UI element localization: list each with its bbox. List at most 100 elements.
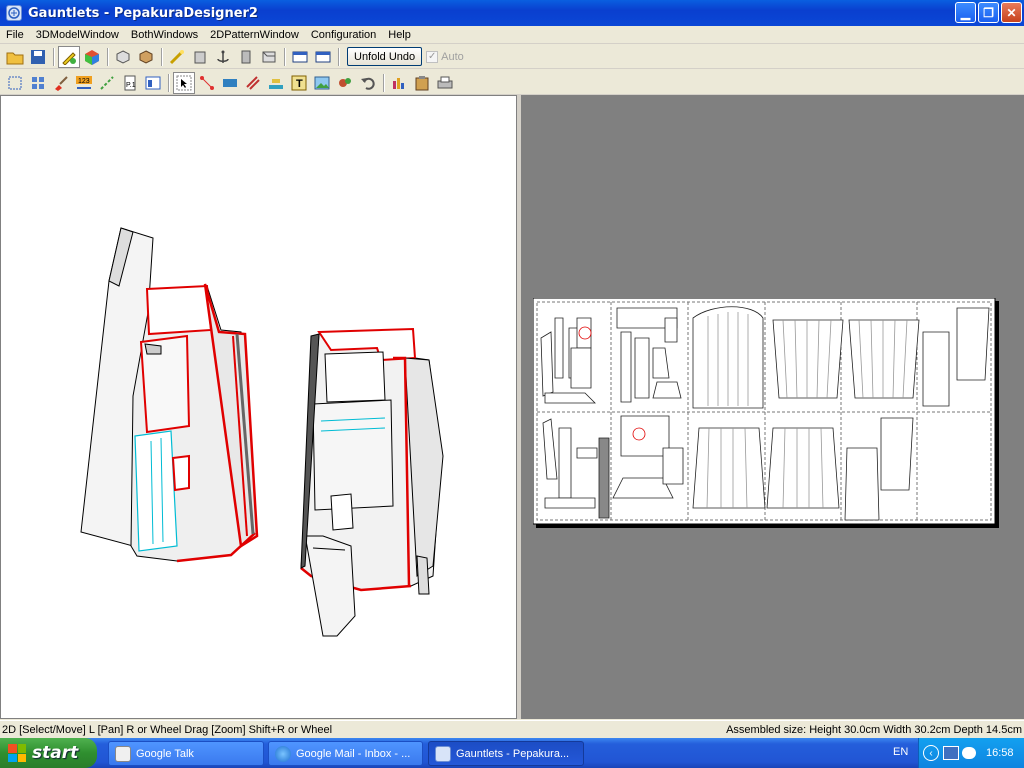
menu-file[interactable]: File [0,26,30,44]
speech-bubble-icon[interactable] [962,747,976,759]
brush-icon [55,75,68,91]
toolbar-separator [284,47,286,66]
wand-icon [169,49,184,64]
page-icon: P.1 [124,75,136,90]
svg-text:T: T [296,78,303,90]
toolbar-separator [168,73,170,92]
parts-button[interactable] [334,72,356,94]
task-label: Google Talk [136,747,194,760]
open-button[interactable] [4,46,26,68]
chart-bars-icon [393,77,404,89]
number-button[interactable]: 123 [73,72,95,94]
menu-2dpatternwindow[interactable]: 2DPatternWindow [204,26,305,44]
menu-help[interactable]: Help [382,26,417,44]
cube-shaded-icon [139,49,153,64]
node-button[interactable] [196,72,218,94]
column-button[interactable] [235,46,257,68]
color-cube-button[interactable] [81,46,103,68]
print-setup-button[interactable] [388,72,410,94]
close-icon: ✕ [1006,5,1017,20]
auto-label: Auto [441,50,464,63]
folder-open-icon [6,52,24,64]
diagonal-lines-button[interactable] [242,72,264,94]
film-button[interactable] [219,72,241,94]
print-button[interactable] [434,72,456,94]
box-button[interactable] [258,46,280,68]
close-button[interactable]: ✕ [1001,2,1022,23]
wand-button[interactable] [166,46,188,68]
task-label: Google Mail - Inbox - ... [296,747,411,760]
box-icon [262,51,276,62]
paint-button[interactable] [50,72,72,94]
gauntlet-model-right [300,327,444,637]
status-hint: 2D [Select/Move] L [Pan] R or Wheel Drag… [2,723,333,736]
language-indicator[interactable]: EN [893,746,908,758]
svg-text:P.1: P.1 [126,82,136,89]
diagonal-lines-icon [246,75,260,90]
dashed-line-icon [100,75,114,90]
tray-expand-icon[interactable]: ‹ [923,745,939,761]
undo-button[interactable] [357,72,379,94]
layout-icon [145,76,161,89]
start-button[interactable]: start [0,738,97,768]
cube-outline-icon [116,49,130,64]
cube-shade-button[interactable] [135,46,157,68]
dashed-line-button[interactable] [96,72,118,94]
taskbar-item-google-talk[interactable]: Google Talk [108,741,264,766]
save-button[interactable] [27,46,49,68]
pattern-sheet[interactable] [532,297,999,528]
restore-button[interactable]: ❐ [978,2,999,23]
cube-view-button[interactable] [112,46,134,68]
clock[interactable]: 16:58 [986,747,1014,759]
window-single-button[interactable] [289,46,311,68]
network-icon[interactable] [943,746,959,760]
clipboard-button[interactable] [411,72,433,94]
window-split-button[interactable] [312,46,334,68]
minimize-icon: ▁ [960,5,971,20]
select-arrow-icon [176,75,192,90]
film-strip-icon [223,78,237,87]
toolbar-separator [383,73,385,92]
taskbar: start Google Talk Google Mail - Inbox - … [0,738,1024,768]
system-tray: ‹ 16:58 [918,738,1024,768]
title-bar: Gauntlets - PepakuraDesigner2 ▁ ❐ ✕ [0,0,1024,26]
text-button[interactable]: T [288,72,310,94]
toolbar-separator [53,47,55,66]
text-icon: T [291,75,307,90]
printer-icon [437,76,453,88]
pepakura-app-icon[interactable] [6,5,22,21]
node-icon [200,75,214,90]
auto-checkbox[interactable]: ✓ Auto [426,50,464,63]
3d-model-view[interactable] [0,95,517,719]
toolbar-separator [338,47,340,66]
anchor-icon [217,50,229,63]
undo-arrow-icon [361,77,375,90]
cylinder-button[interactable] [189,46,211,68]
page-button[interactable]: P.1 [119,72,141,94]
anchor-button[interactable] [212,46,234,68]
select-button[interactable] [173,71,195,94]
menu-bar: File 3DModelWindow BothWindows 2DPattern… [0,26,1024,44]
image-button[interactable] [311,72,333,94]
layout-button[interactable] [142,72,164,94]
checkmark-icon: ✓ [426,50,439,63]
assembled-size: Assembled size: Height 30.0cm Width 30.2… [726,723,1022,736]
gauntlet-model-left [80,227,259,563]
fit-frame-icon [8,76,22,89]
fit-button[interactable] [4,72,26,94]
taskbar-item-pepakura[interactable]: Gauntlets - Pepakura... [428,741,584,766]
menu-configuration[interactable]: Configuration [305,26,382,44]
3d-model-canvas[interactable] [1,96,518,720]
unfold-undo-button[interactable]: Unfold Undo [347,47,423,66]
flatten-button[interactable] [265,72,287,94]
ie-browser-icon [275,745,291,762]
mode-3d-button[interactable] [58,45,80,68]
minimize-button[interactable]: ▁ [955,2,976,23]
cylinder-icon [194,51,206,63]
window-title: Gauntlets - PepakuraDesigner2 [28,5,258,21]
pattern-sheet-canvas[interactable] [532,297,999,528]
taskbar-item-google-mail[interactable]: Google Mail - Inbox - ... [268,741,423,766]
grid-button[interactable] [27,72,49,94]
menu-bothwindows[interactable]: BothWindows [125,26,204,44]
menu-3dmodelwindow[interactable]: 3DModelWindow [30,26,125,44]
